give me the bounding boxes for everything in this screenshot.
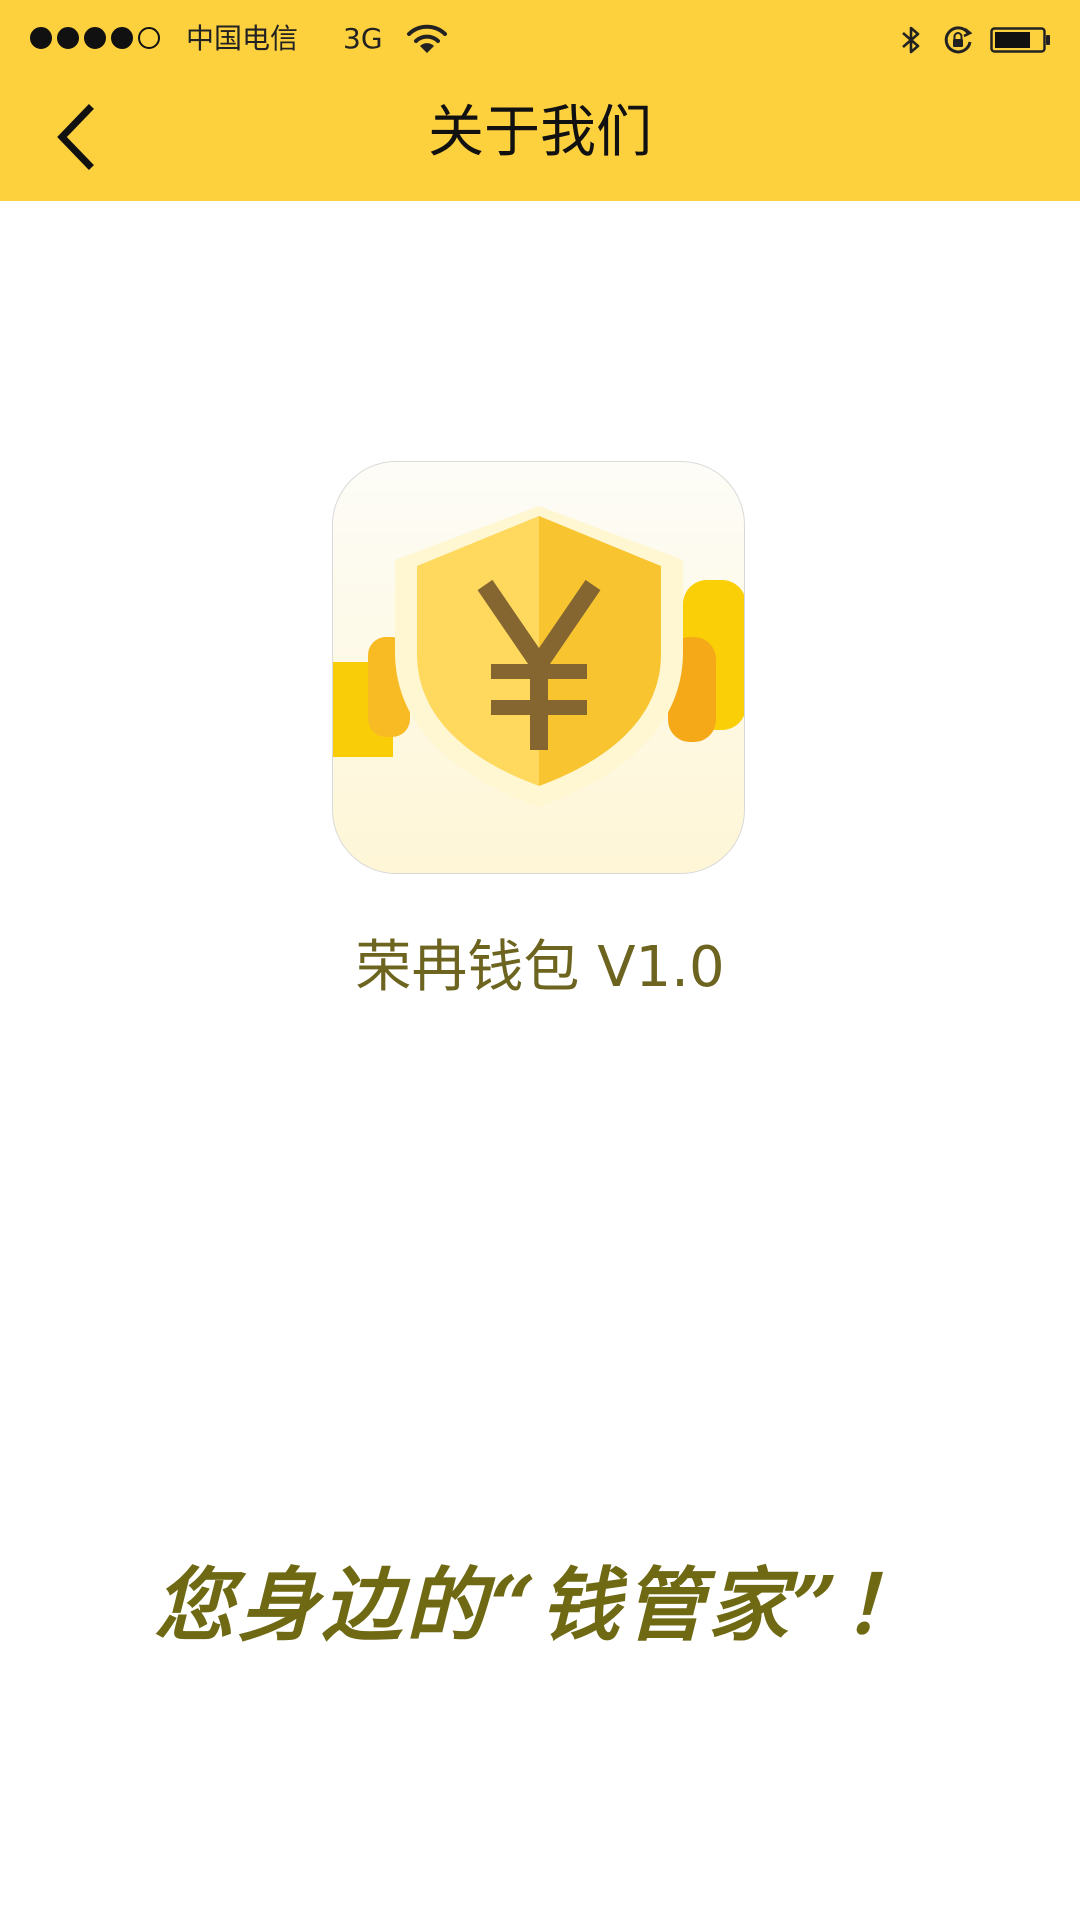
signal-dot	[30, 27, 52, 49]
signal-strength-indicator	[30, 27, 160, 49]
header-bar: 中国电信 3G 关于我们	[0, 0, 1080, 201]
yuan-shield-icon	[333, 506, 744, 807]
wifi-icon	[406, 22, 448, 56]
navigation-bar: 关于我们	[0, 78, 1080, 201]
signal-dot	[57, 27, 79, 49]
status-bar: 中国电信 3G	[0, 0, 1080, 78]
app-logo	[332, 461, 745, 874]
app-name-version: 荣冉钱包 V1.0	[355, 935, 725, 1000]
signal-dot	[84, 27, 106, 49]
rotation-lock-icon	[942, 24, 974, 56]
signal-dot-empty	[138, 27, 160, 49]
chevron-left-icon	[57, 104, 94, 170]
signal-dot	[111, 27, 133, 49]
carrier-label: 中国电信	[186, 22, 299, 55]
bluetooth-icon	[898, 24, 924, 56]
slogan-text: 您身边的“钱管家”！	[153, 1558, 927, 1652]
battery-icon	[990, 27, 1052, 53]
network-type-label: 3G	[343, 22, 383, 55]
back-button[interactable]	[40, 100, 110, 174]
page-title: 关于我们	[428, 100, 652, 165]
